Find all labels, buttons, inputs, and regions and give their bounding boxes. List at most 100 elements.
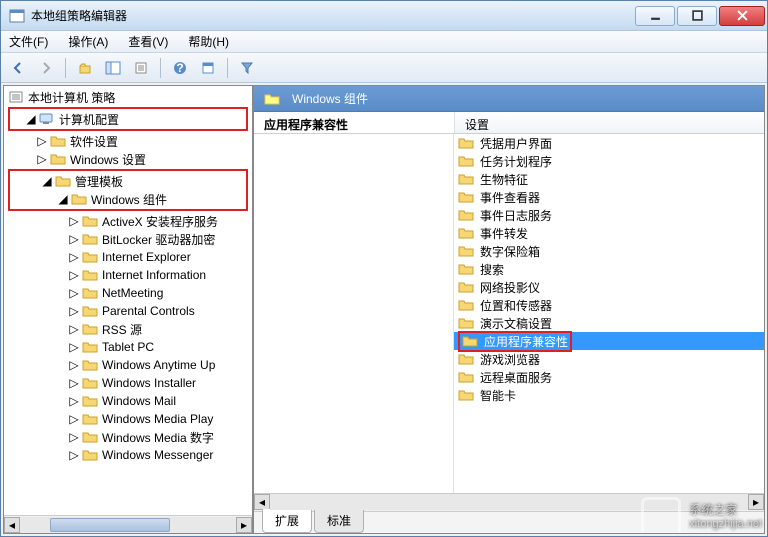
folder-icon (458, 226, 474, 240)
menu-action[interactable]: 操作(A) (64, 31, 112, 52)
list-item[interactable]: 凭据用户界面 (454, 134, 764, 152)
scroll-left-button[interactable]: ◂ (4, 517, 20, 533)
list-item[interactable]: 应用程序兼容性 (454, 332, 764, 350)
expander-closed-icon[interactable]: ▷ (68, 395, 80, 407)
close-button[interactable] (719, 6, 765, 26)
tab-standard[interactable]: 标准 (314, 509, 364, 533)
tree-body[interactable]: 本地计算机 策略 ◢ 计算机配置 ▷ 软件设置 ▷ (4, 86, 252, 515)
folder-icon (462, 334, 478, 348)
expander-closed-icon[interactable]: ▷ (68, 323, 80, 335)
expander-closed-icon[interactable]: ▷ (68, 449, 80, 461)
list-item[interactable]: 智能卡 (454, 386, 764, 404)
tree-admin-templates[interactable]: ◢ 管理模板 (11, 172, 245, 190)
tree-item[interactable]: ▷Windows Mail (6, 392, 250, 410)
tree-horizontal-scrollbar[interactable]: ◂ ▸ (4, 515, 252, 533)
menu-file[interactable]: 文件(F) (5, 31, 52, 52)
back-button[interactable] (7, 57, 29, 79)
scroll-thumb[interactable] (50, 518, 170, 532)
expander-closed-icon[interactable]: ▷ (68, 341, 80, 353)
expander-closed-icon[interactable]: ▷ (68, 359, 80, 371)
tree-item[interactable]: ▷ActiveX 安装程序服务 (6, 212, 250, 230)
tree-pane: 本地计算机 策略 ◢ 计算机配置 ▷ 软件设置 ▷ (3, 85, 253, 534)
scroll-left-button[interactable]: ◂ (254, 494, 270, 510)
tree-root[interactable]: 本地计算机 策略 (6, 88, 250, 106)
forward-button[interactable] (35, 57, 57, 79)
list-item[interactable]: 远程桌面服务 (454, 368, 764, 386)
expander-closed-icon[interactable]: ▷ (36, 153, 48, 165)
expander-closed-icon[interactable]: ▷ (36, 135, 48, 147)
tab-extended[interactable]: 扩展 (262, 509, 312, 533)
expander-closed-icon[interactable]: ▷ (68, 305, 80, 317)
expander-closed-icon[interactable]: ▷ (68, 413, 80, 425)
expander-closed-icon[interactable]: ▷ (68, 377, 80, 389)
tree-item[interactable]: ▷ BitLocker 驱动器加密 (6, 230, 250, 248)
list-item[interactable]: 搜索 (454, 260, 764, 278)
expander-open-icon[interactable]: ◢ (57, 193, 69, 205)
tree-item[interactable]: ▷Internet Information (6, 266, 250, 284)
tree-item[interactable]: ▷Windows Media Play (6, 410, 250, 428)
expander-open-icon[interactable]: ◢ (25, 113, 37, 125)
tree-item[interactable]: ▷RSS 源 (6, 320, 250, 338)
list-item[interactable]: 演示文稿设置 (454, 314, 764, 332)
scroll-track[interactable] (270, 494, 748, 510)
list-item-label: 凭据用户界面 (480, 135, 552, 152)
menu-help[interactable]: 帮助(H) (184, 31, 233, 52)
tree-item-label: BitLocker 驱动器加密 (102, 231, 215, 248)
list-item[interactable]: 事件查看器 (454, 188, 764, 206)
tree-item[interactable]: ▷Windows Anytime Up (6, 356, 250, 374)
expander-open-icon[interactable]: ◢ (41, 175, 53, 187)
properties-button[interactable] (130, 57, 152, 79)
tree-item-label: Parental Controls (102, 304, 195, 318)
toolbar-separator (160, 58, 161, 78)
list-item[interactable]: 事件转发 (454, 224, 764, 242)
up-button[interactable] (74, 57, 96, 79)
expander-closed-icon[interactable]: ▷ (68, 215, 80, 227)
expander-closed-icon[interactable]: ▷ (68, 431, 80, 443)
list-item[interactable]: 游戏浏览器 (454, 350, 764, 368)
help-button[interactable]: ? (169, 57, 191, 79)
list-item[interactable]: 数字保险箱 (454, 242, 764, 260)
expander-closed-icon[interactable]: ▷ (68, 287, 80, 299)
list-item[interactable]: 事件日志服务 (454, 206, 764, 224)
tree-item[interactable]: ▷Internet Explorer (6, 248, 250, 266)
export-button[interactable] (197, 57, 219, 79)
expander-closed-icon[interactable]: ▷ (68, 251, 80, 263)
tree-windows-settings[interactable]: ▷ Windows 设置 (6, 150, 250, 168)
folder-icon (82, 376, 98, 390)
scroll-right-button[interactable]: ▸ (748, 494, 764, 510)
list-item[interactable]: 任务计划程序 (454, 152, 764, 170)
details-header-title: Windows 组件 (292, 90, 368, 107)
minimize-button[interactable] (635, 6, 675, 26)
tree-item[interactable]: ▷NetMeeting (6, 284, 250, 302)
details-horizontal-scrollbar[interactable]: ◂ ▸ (254, 493, 764, 511)
tree-computer-config[interactable]: ◢ 计算机配置 (11, 110, 245, 128)
filter-button[interactable] (236, 57, 258, 79)
view-tabs: 扩展 标准 (254, 511, 764, 533)
list-item[interactable]: 网络投影仪 (454, 278, 764, 296)
show-hide-tree-button[interactable] (102, 57, 124, 79)
tree-windows-components[interactable]: ◢ Windows 组件 (11, 190, 245, 208)
svg-text:?: ? (176, 61, 183, 75)
settings-column-header[interactable]: 设置 (454, 112, 764, 133)
folder-icon (82, 430, 98, 444)
tree-item[interactable]: ▷Windows Installer (6, 374, 250, 392)
scroll-track[interactable] (20, 517, 236, 533)
list-item[interactable]: 生物特征 (454, 170, 764, 188)
folder-icon (82, 232, 98, 246)
menu-view[interactable]: 查看(V) (124, 31, 172, 52)
expander-closed-icon[interactable]: ▷ (68, 269, 80, 281)
tree-item[interactable]: ▷ Parental Controls (6, 302, 250, 320)
list-item[interactable]: 位置和传感器 (454, 296, 764, 314)
scroll-right-button[interactable]: ▸ (236, 517, 252, 533)
category-name: 应用程序兼容性 (254, 112, 454, 133)
list-item-label: 搜索 (480, 261, 504, 278)
expander-closed-icon[interactable]: ▷ (68, 233, 80, 245)
maximize-button[interactable] (677, 6, 717, 26)
settings-list[interactable]: 凭据用户界面任务计划程序生物特征事件查看器事件日志服务事件转发数字保险箱搜索网络… (454, 134, 764, 493)
tree-item[interactable]: ▷Windows Messenger (6, 446, 250, 464)
tree-item[interactable]: ▷Windows Media 数字 (6, 428, 250, 446)
tree-item[interactable]: ▷Tablet PC (6, 338, 250, 356)
folder-icon (458, 244, 474, 258)
list-item-label: 应用程序兼容性 (484, 333, 568, 350)
tree-software-settings[interactable]: ▷ 软件设置 (6, 132, 250, 150)
